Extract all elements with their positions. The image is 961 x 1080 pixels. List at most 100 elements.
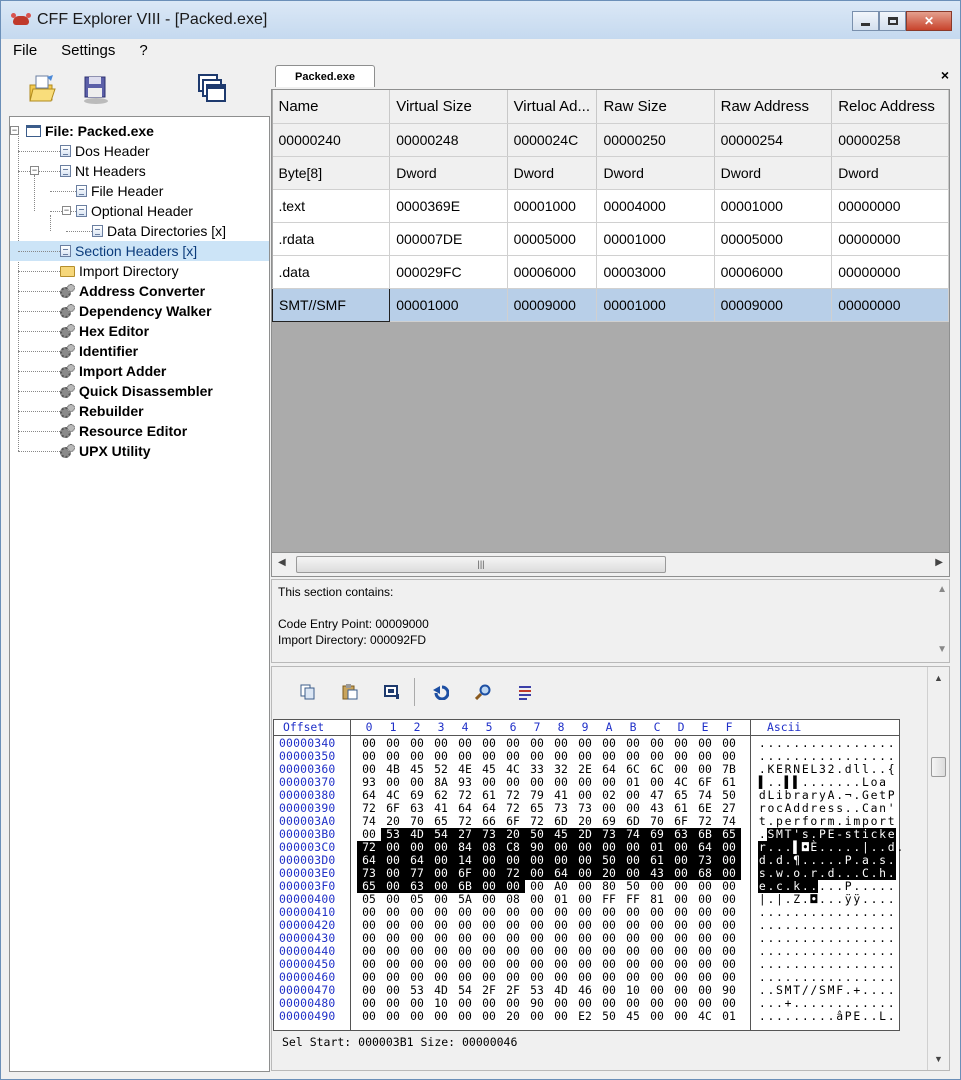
tree-item[interactable]: Import Directory (60, 261, 179, 281)
table-cell[interactable]: 00003000 (596, 255, 715, 289)
table-cell[interactable]: 00001000 (507, 189, 598, 223)
table-cell[interactable]: Raw Address (714, 90, 833, 124)
info-scroll-up-icon[interactable]: ▲ (937, 584, 947, 595)
undo-icon[interactable] (433, 684, 449, 700)
table-cell[interactable]: 00006000 (507, 255, 598, 289)
hex-scroll-down-icon[interactable]: ▼ (934, 1054, 943, 1064)
hex-row[interactable]: 00000490 00 00 00 00 00 00 20 00 00 E2 50 45 00 00 4C 01… (274, 1010, 899, 1023)
table-cell[interactable]: Virtual Ad... (507, 90, 598, 124)
table-cell[interactable]: Byte[8] (272, 156, 391, 190)
table-cell[interactable]: 00001000 (596, 222, 715, 256)
table-cell[interactable]: 00000000 (831, 222, 949, 256)
tree-item[interactable]: File Header (76, 181, 163, 201)
table-cell[interactable]: 0000369E (389, 189, 508, 223)
collapse-toggle-icon[interactable]: − (10, 126, 19, 135)
tree-item[interactable]: Resource Editor (60, 421, 187, 441)
menu-file[interactable]: File (1, 42, 49, 59)
windows-cascade-icon[interactable] (197, 73, 227, 105)
table-row[interactable]: .text 0000369E 00001000 00004000 00001000 000… (272, 189, 949, 223)
scroll-left-icon[interactable]: ◀ (278, 557, 286, 568)
table-cell[interactable]: .text (272, 189, 391, 223)
tree-item[interactable]: File: Packed.exe (26, 121, 154, 141)
table-cell[interactable]: 00001000 (389, 288, 508, 322)
copy-icon[interactable] (300, 684, 316, 700)
table-cell[interactable]: 00000258 (831, 123, 949, 157)
tree-item[interactable]: Import Adder (60, 361, 166, 381)
paste-icon[interactable] (342, 684, 358, 700)
table-cell[interactable]: 00009000 (714, 288, 833, 322)
tree-item[interactable]: UPX Utility (60, 441, 151, 461)
collapse-toggle-icon[interactable]: − (30, 166, 39, 175)
goto-icon[interactable] (517, 684, 533, 700)
open-file-icon[interactable] (27, 73, 57, 105)
tree-item[interactable]: Address Converter (60, 281, 205, 301)
tree-item[interactable]: Hex Editor (60, 321, 149, 341)
table-cell[interactable]: Dword (389, 156, 508, 190)
table-cell[interactable]: .rdata (272, 222, 391, 256)
maximize-button[interactable] (879, 11, 906, 31)
menu-settings[interactable]: Settings (49, 42, 127, 59)
table-cell[interactable]: 00000000 (831, 189, 949, 223)
tree-item[interactable]: Nt Headers (60, 161, 146, 181)
tree-item[interactable]: Data Directories [x] (92, 221, 226, 241)
hex-scroll-up-icon[interactable]: ▲ (934, 673, 943, 683)
tree-item[interactable]: Rebuilder (60, 401, 144, 421)
table-cell[interactable]: Dword (507, 156, 598, 190)
table-cell[interactable]: Reloc Address (831, 90, 949, 124)
table-cell[interactable]: .data (272, 255, 391, 289)
table-cell[interactable]: 00009000 (507, 288, 598, 322)
menu-help[interactable]: ? (127, 42, 159, 59)
table-row[interactable]: SMT//SMF 00001000 00009000 00001000 00009000… (272, 287, 949, 322)
table-offset-row[interactable]: 00000240 00000248 0000024C 00000250 00000254… (272, 123, 949, 157)
gear-icon (60, 403, 75, 419)
tree-item[interactable]: Quick Disassembler (60, 381, 213, 401)
table-cell[interactable]: SMT//SMF (272, 287, 391, 322)
table-cell[interactable]: 00001000 (714, 189, 833, 223)
tree-item[interactable]: Identifier (60, 341, 138, 361)
fill-icon[interactable] (384, 684, 400, 700)
table-cell[interactable]: 00005000 (507, 222, 598, 256)
hex-ascii[interactable]: .........âPE..L. (758, 1010, 896, 1023)
table-cell[interactable]: 00006000 (714, 255, 833, 289)
tab-packed-exe[interactable]: Packed.exe (275, 65, 375, 87)
table-cell[interactable]: Dword (596, 156, 715, 190)
table-cell[interactable]: Raw Size (596, 90, 715, 124)
save-disk-icon[interactable] (81, 73, 111, 105)
horizontal-scrollbar[interactable]: ◀ ||| ▶ (271, 552, 950, 577)
table-cell[interactable]: 00000250 (596, 123, 715, 157)
table-cell[interactable]: 00000240 (272, 123, 391, 157)
scroll-thumb[interactable]: ||| (296, 556, 666, 573)
tree-item[interactable]: Optional Header (76, 201, 193, 221)
table-cell[interactable]: 00000000 (831, 288, 949, 322)
hex-vertical-scrollbar[interactable]: ▲ ▼ (927, 667, 949, 1070)
collapse-toggle-icon[interactable]: − (62, 206, 71, 215)
table-cell[interactable]: 00000254 (714, 123, 833, 157)
table-cell[interactable]: Dword (714, 156, 833, 190)
close-button[interactable]: ✕ (906, 11, 952, 31)
table-cell[interactable]: Name (272, 90, 391, 124)
table-cell[interactable]: 00000248 (389, 123, 508, 157)
table-cell[interactable]: 00004000 (596, 189, 715, 223)
search-icon[interactable] (475, 684, 491, 700)
hex-bytes[interactable]: 00 00 00 00 00 00 20 00 00 E2 50 45 00 00 4C 01 (357, 1010, 741, 1023)
table-cell[interactable]: 00000000 (831, 255, 949, 289)
table-cell[interactable]: Virtual Size (389, 90, 508, 124)
table-cell[interactable]: 000029FC (389, 255, 508, 289)
close-tab-icon[interactable]: × (941, 67, 949, 83)
table-cell[interactable]: 00001000 (596, 288, 715, 322)
table-cell[interactable]: 000007DE (389, 222, 508, 256)
table-cell[interactable]: 00005000 (714, 222, 833, 256)
tree-item[interactable]: Dependency Walker (60, 301, 212, 321)
minimize-button[interactable] (852, 11, 879, 31)
table-header-row[interactable]: Name Virtual Size Virtual Ad... Raw Size Raw… (272, 90, 949, 124)
scroll-right-icon[interactable]: ▶ (935, 557, 943, 568)
info-scroll-down-icon[interactable]: ▼ (937, 644, 947, 655)
table-row[interactable]: .rdata 000007DE 00005000 00001000 00005000 00… (272, 222, 949, 256)
hex-scroll-thumb[interactable] (931, 757, 946, 777)
table-type-row[interactable]: Byte[8] Dword Dword Dword Dword Dword (272, 156, 949, 190)
table-cell[interactable]: 0000024C (507, 123, 598, 157)
table-row[interactable]: .data 000029FC 00006000 00003000 00006000 000… (272, 255, 949, 289)
hex-view[interactable]: Offset 0 1 2 3 4 5 6 7 8 9 A B C D E F Ascii 00000340 00… (273, 719, 903, 1031)
tree-item[interactable]: Dos Header (60, 141, 150, 161)
table-cell[interactable]: Dword (831, 156, 949, 190)
